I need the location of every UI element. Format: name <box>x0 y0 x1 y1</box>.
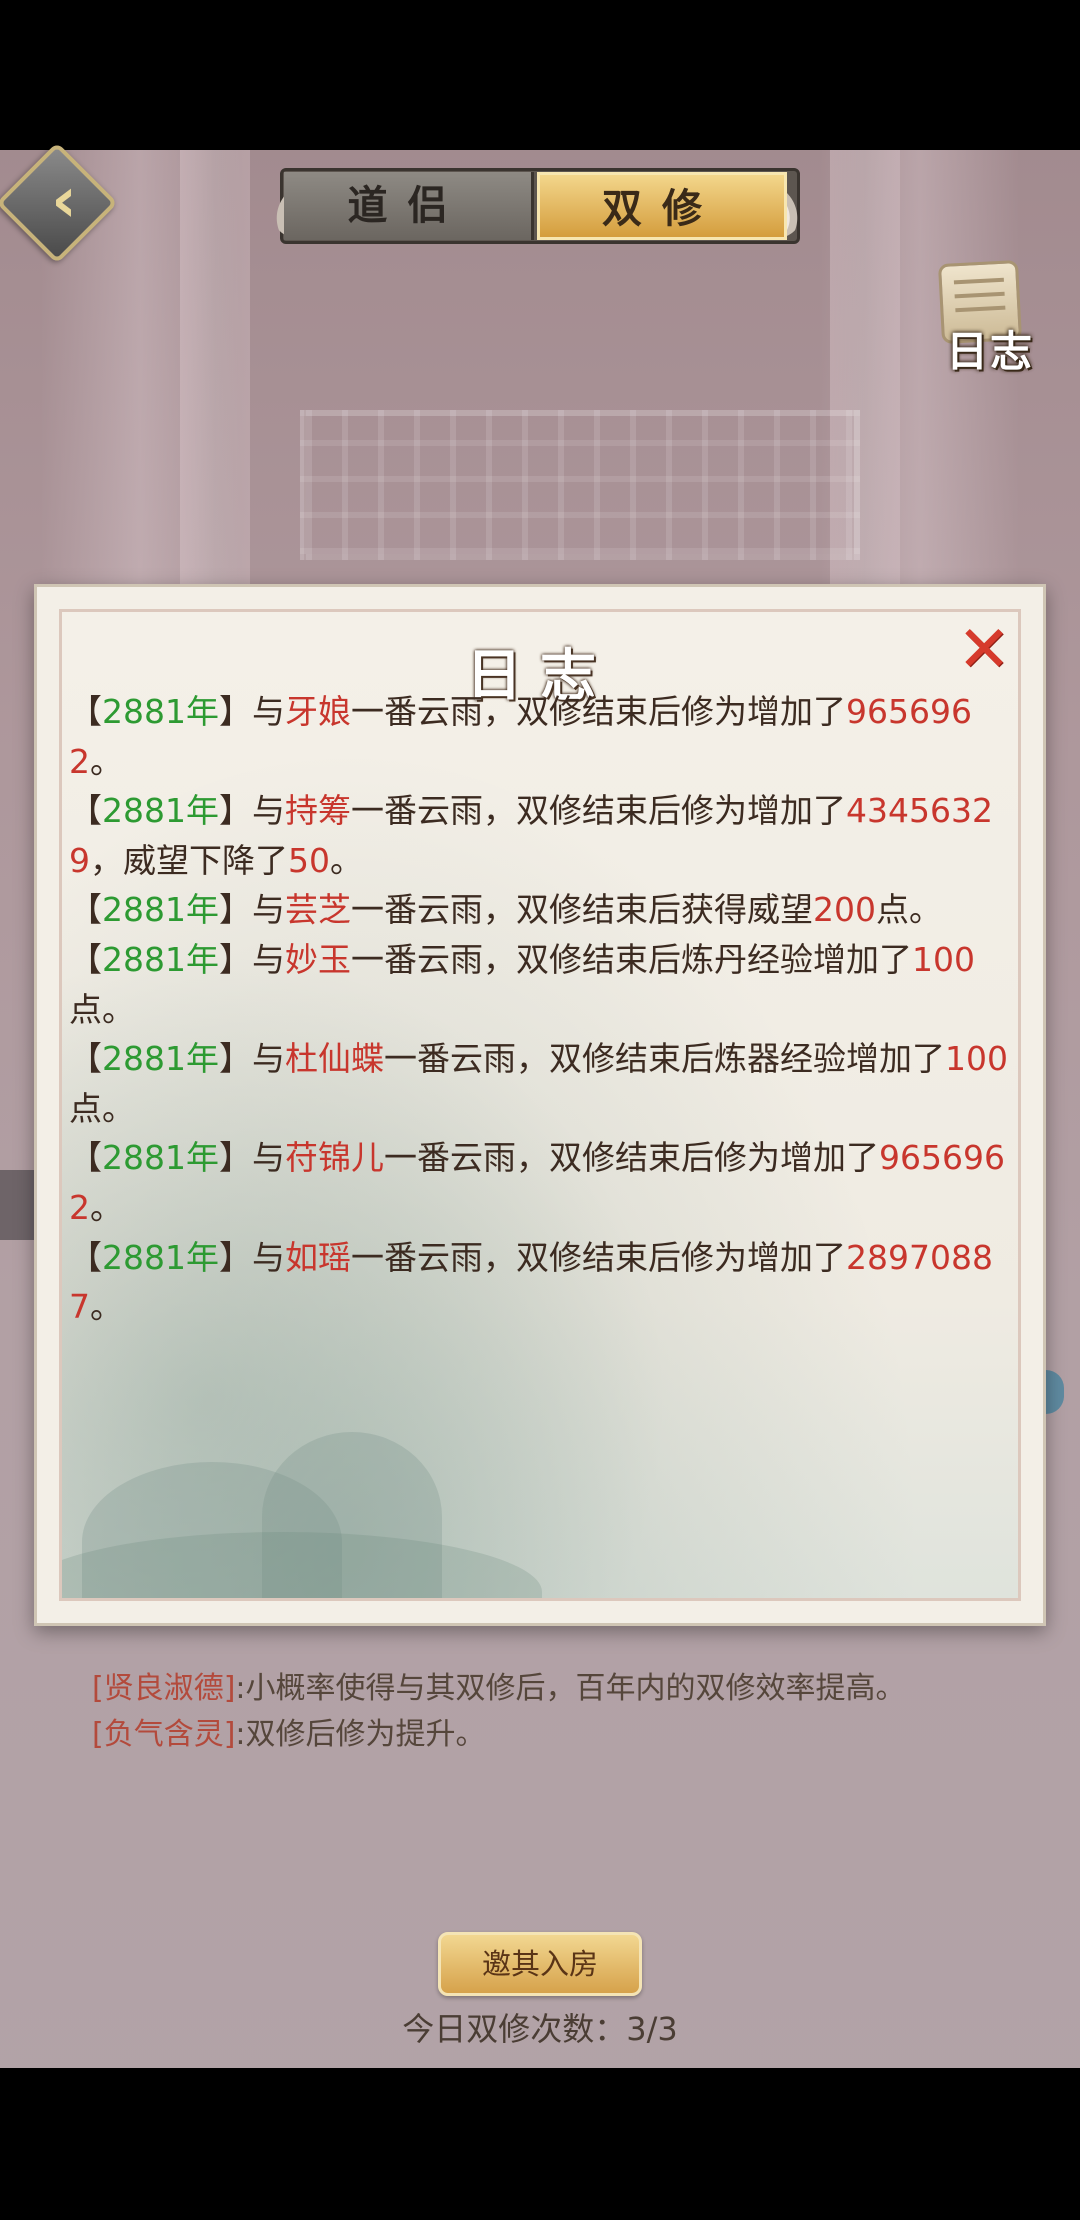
chevron-left-icon[interactable]: ‹ <box>34 169 94 231</box>
trait-name: [负气含灵] <box>92 1717 236 1752</box>
log-partner-name: 杜仙蝶 <box>284 1039 384 1079</box>
daily-count-label: 今日双修次数： <box>402 2010 627 2048</box>
daily-count: 今日双修次数：3/3 <box>0 2004 1080 2050</box>
log-text: 一番云雨，双修结束后修为增加了 <box>350 1237 846 1277</box>
log-entry: 【2881年】与芸芝一番云雨，双修结束后获得威望200点。 <box>69 885 1019 935</box>
log-text: 点。 <box>69 989 135 1029</box>
side-handle-left[interactable] <box>0 1170 34 1240</box>
tab-daolv[interactable]: 道侣 <box>284 172 534 240</box>
navigation-bar <box>0 2068 1080 2220</box>
close-icon[interactable]: ✕ <box>954 618 1014 682</box>
log-extra-value: 50 <box>288 840 330 880</box>
log-text: 】与 <box>218 939 285 979</box>
trait-list: [贤良淑德]:小概率使得与其双修后，百年内的双修效率提高。 [负气含灵]:双修后… <box>92 1666 992 1758</box>
status-bar <box>0 0 1080 150</box>
log-partner-name: 持筹 <box>284 791 351 831</box>
trait-item: [负气含灵]:双修后修为提升。 <box>92 1712 992 1758</box>
log-button-label[interactable]: 日志 <box>930 318 1050 378</box>
log-year: 2881年 <box>102 791 219 831</box>
log-year: 2881年 <box>102 890 219 930</box>
trait-desc: :双修后修为提升。 <box>235 1717 486 1752</box>
lattice-window <box>300 410 860 560</box>
log-text: 【 <box>69 939 102 979</box>
log-entry: 【2881年】与苻锦儿一番云雨，双修结束后修为增加了9656962。 <box>69 1133 1019 1232</box>
log-partner-name: 如瑶 <box>284 1237 351 1277</box>
log-dialog: 日志 【2881年】与牙娘一番云雨，双修结束后修为增加了9656962。 【28… <box>34 584 1046 1626</box>
log-text: 【 <box>69 692 102 731</box>
log-text: 一番云雨，双修结束后修为增加了 <box>350 692 846 731</box>
log-text: 【 <box>69 1237 102 1277</box>
log-entry: 【2881年】与妙玉一番云雨，双修结束后炼丹经验增加了100 点。 <box>69 935 1019 1034</box>
log-list: 【2881年】与牙娘一番云雨，双修结束后修为增加了9656962。 【2881年… <box>69 687 1019 1332</box>
log-text: 】与 <box>218 890 285 930</box>
log-entry: 【2881年】与杜仙蝶一番云雨，双修结束后炼器经验增加了100 点。 <box>69 1034 1019 1133</box>
log-value: 100 <box>944 1039 1008 1079</box>
log-text: 【 <box>69 890 102 930</box>
log-text: 】与 <box>218 1039 285 1079</box>
log-year: 2881年 <box>102 1039 219 1079</box>
log-text: 【 <box>69 791 102 831</box>
log-partner-name: 牙娘 <box>284 692 351 731</box>
log-text: 。 <box>90 1287 123 1327</box>
log-value: 100 <box>911 939 975 979</box>
log-entry: 【2881年】与如瑶一番云雨，双修结束后修为增加了28970887。 <box>69 1233 1019 1332</box>
trait-item: [贤良淑德]:小概率使得与其双修后，百年内的双修效率提高。 <box>92 1666 992 1712</box>
log-text: 点。 <box>69 1088 135 1128</box>
log-text: 】与 <box>218 692 285 731</box>
trait-name: [贤良淑德] <box>92 1671 236 1706</box>
log-text: 。 <box>330 840 363 880</box>
log-year: 2881年 <box>102 939 219 979</box>
log-year: 2881年 <box>102 1237 219 1277</box>
log-text: 点。 <box>875 890 942 930</box>
log-text: ，威望下降了 <box>90 840 288 880</box>
log-entry: 【2881年】与持筹一番云雨，双修结束后修为增加了43456329，威望下降了5… <box>69 786 1019 885</box>
invite-button[interactable]: 邀其入房 <box>438 1932 642 1996</box>
log-year: 2881年 <box>102 692 219 731</box>
log-year: 2881年 <box>102 1138 219 1178</box>
log-text: 。 <box>90 741 123 781</box>
log-value: 200 <box>812 890 876 930</box>
log-text: 【 <box>69 1039 102 1079</box>
log-text: 】与 <box>218 1237 285 1277</box>
log-text: 【 <box>69 1138 102 1178</box>
log-text: 一番云雨，双修结束后修为增加了 <box>350 791 846 831</box>
log-text: 一番云雨，双修结束后修为增加了 <box>383 1138 879 1178</box>
log-text: 一番云雨，双修结束后获得威望 <box>350 890 813 930</box>
tab-shuangxiu[interactable]: 双修 <box>537 172 787 240</box>
log-partner-name: 妙玉 <box>284 939 351 979</box>
log-text: 。 <box>90 1187 123 1227</box>
log-partner-name: 芸芝 <box>284 890 351 930</box>
log-entry: 【2881年】与牙娘一番云雨，双修结束后修为增加了9656962。 <box>69 687 1019 786</box>
daily-count-value: 3/3 <box>626 2010 678 2048</box>
log-text: 一番云雨，双修结束后炼丹经验增加了 <box>350 939 912 979</box>
log-text: 】与 <box>218 1138 285 1178</box>
log-text: 一番云雨，双修结束后炼器经验增加了 <box>383 1039 945 1079</box>
log-partner-name: 苻锦儿 <box>284 1138 384 1178</box>
ink-hill <box>62 1532 542 1598</box>
log-text: 】与 <box>218 791 285 831</box>
trait-desc: :小概率使得与其双修后，百年内的双修效率提高。 <box>235 1671 906 1706</box>
